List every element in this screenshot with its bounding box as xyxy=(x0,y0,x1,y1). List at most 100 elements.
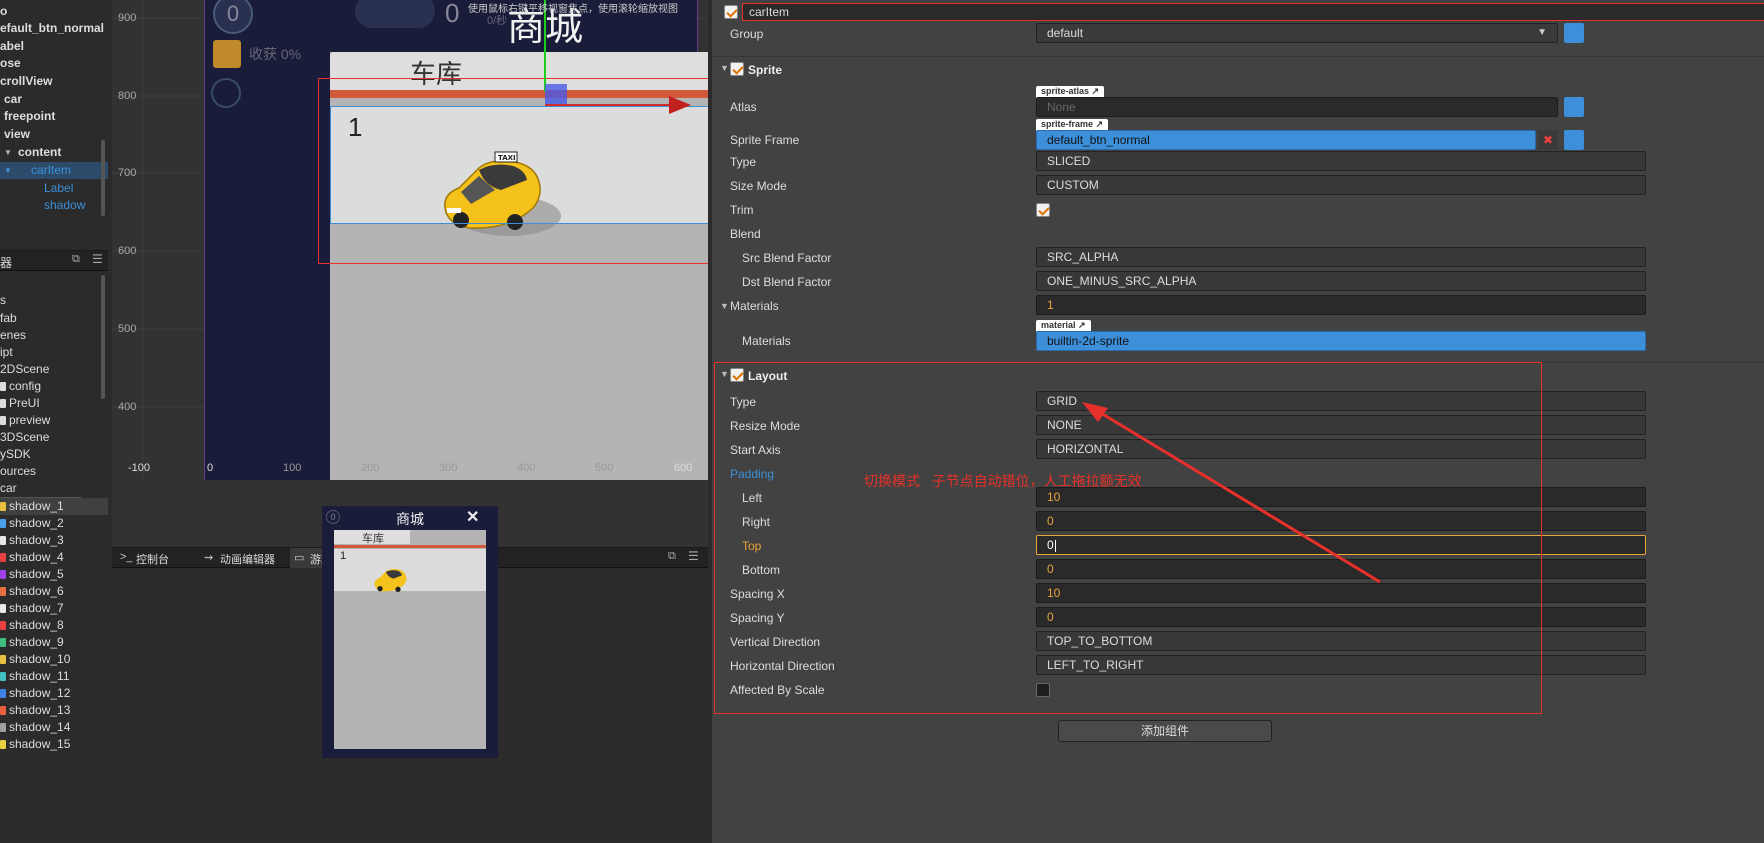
ruler-y-label: 600 xyxy=(118,245,137,257)
src-blend-select[interactable]: SRC_ALPHA xyxy=(1036,247,1646,267)
sprite-frame-row: Sprite Frame default_btn_normal ✖ xyxy=(712,127,1764,151)
asset-item[interactable]: shadow_11 xyxy=(0,668,108,685)
size-mode-value: CUSTOM xyxy=(1047,178,1099,192)
file-icon xyxy=(0,536,6,545)
sprite-type-select[interactable]: SLICED xyxy=(1036,151,1646,171)
node-name-input[interactable]: carItem xyxy=(742,3,1764,21)
ruler-x-label: 600 xyxy=(674,462,693,474)
frame-pick-button[interactable] xyxy=(1564,130,1584,150)
asset-item[interactable]: shadow_12 xyxy=(0,685,108,702)
hierarchy-item[interactable]: ▼ carItem xyxy=(0,162,108,179)
src-blend-label: Src Blend Factor xyxy=(742,251,832,265)
materials-count-field[interactable]: 1 xyxy=(1036,295,1646,315)
expand-arrow-icon[interactable]: ▼ xyxy=(4,162,12,179)
asset-item-label: shadow_12 xyxy=(9,686,71,700)
atlas-pick-button[interactable] xyxy=(1564,97,1584,117)
clear-frame-icon[interactable]: ✖ xyxy=(1538,130,1558,150)
assets-tab-label[interactable]: 器 xyxy=(0,254,12,271)
asset-item[interactable]: shadow_15 xyxy=(0,736,108,753)
size-mode-select[interactable]: CUSTOM xyxy=(1036,175,1646,195)
tab-console[interactable]: >_ 控制台 xyxy=(116,548,200,568)
asset-item[interactable]: s xyxy=(0,292,108,309)
asset-item[interactable]: shadow_14 xyxy=(0,719,108,736)
asset-item[interactable]: shadow_1 xyxy=(0,498,108,515)
hierarchy-item-label: view xyxy=(4,127,31,141)
asset-item[interactable]: shadow_3 xyxy=(0,532,108,549)
hierarchy-item[interactable]: crollView xyxy=(0,73,108,90)
file-icon xyxy=(0,621,6,630)
maximize-icon[interactable]: ⧉ xyxy=(72,253,80,266)
maximize-icon[interactable]: ⧉ xyxy=(668,550,676,563)
asset-item[interactable]: shadow_4 xyxy=(0,549,108,566)
sprite-header[interactable]: ▼ Sprite xyxy=(712,56,1764,80)
tab-animation[interactable]: ⇝ 动画编辑器 xyxy=(202,548,294,568)
asset-item[interactable]: shadow_9 xyxy=(0,634,108,651)
sprite-frame-field[interactable]: default_btn_normal xyxy=(1036,130,1536,150)
gizmo-handle[interactable] xyxy=(545,84,567,106)
scene-view[interactable]: 900 800 700 600 500 400 -100 0 100 200 300 400 500 6… xyxy=(112,0,708,547)
hierarchy-item[interactable]: Label xyxy=(0,180,108,197)
asset-item[interactable]: ySDK xyxy=(0,446,108,463)
expand-arrow-icon[interactable]: ▼ xyxy=(4,144,12,161)
atlas-field[interactable]: None xyxy=(1036,97,1558,117)
file-icon xyxy=(0,519,6,528)
asset-item[interactable]: shadow_8 xyxy=(0,617,108,634)
menu-icon[interactable]: ☰ xyxy=(688,549,699,563)
asset-item[interactable]: config xyxy=(0,378,108,395)
sprite-enabled-checkbox[interactable] xyxy=(730,62,744,76)
asset-item[interactable]: shadow_10 xyxy=(0,651,108,668)
sprite-type-value: SLICED xyxy=(1047,154,1091,168)
hierarchy-item[interactable]: abel xyxy=(0,38,108,55)
add-component-button[interactable]: 添加组件 xyxy=(1058,720,1272,742)
preview-close-icon[interactable]: ✕ xyxy=(466,507,479,527)
asset-item[interactable]: shadow_2 xyxy=(0,515,108,532)
group-select[interactable]: default ▼ xyxy=(1036,23,1558,43)
asset-item-label: shadow_7 xyxy=(9,601,64,615)
menu-icon[interactable]: ☰ xyxy=(92,252,103,266)
asset-item-label: shadow_11 xyxy=(9,669,70,683)
asset-item-label: shadow_2 xyxy=(9,516,64,530)
asset-item-label: shadow_6 xyxy=(9,584,64,598)
hierarchy-item[interactable]: freepoint xyxy=(0,108,108,125)
collapse-arrow-icon[interactable]: ▼ xyxy=(720,301,729,311)
asset-item[interactable]: 2DScene xyxy=(0,361,108,378)
preview-game[interactable]: 0 商城 ✕ 车库 1 xyxy=(322,506,498,749)
ruler-x-label: 0 xyxy=(207,462,214,474)
hierarchy-item[interactable]: ose xyxy=(0,55,108,72)
asset-item-label: 3DScene xyxy=(0,430,50,444)
hierarchy-item[interactable]: car xyxy=(0,91,108,108)
atlas-row: Atlas None xyxy=(712,94,1764,118)
hierarchy-scrollbar[interactable] xyxy=(101,140,105,216)
asset-item[interactable]: preview xyxy=(0,412,108,429)
asset-item-label: PreUI xyxy=(9,396,40,410)
file-icon xyxy=(0,638,6,647)
group-edit-button[interactable] xyxy=(1564,23,1584,43)
assets-scrollbar[interactable] xyxy=(101,275,105,399)
asset-item[interactable]: car xyxy=(0,480,108,497)
node-active-checkbox[interactable] xyxy=(724,5,738,19)
asset-item[interactable]: shadow_13 xyxy=(0,702,108,719)
hierarchy-item[interactable]: shadow xyxy=(0,197,108,214)
trim-checkbox[interactable] xyxy=(1036,203,1050,217)
asset-item[interactable]: PreUI xyxy=(0,395,108,412)
material-field[interactable]: builtin-2d-sprite xyxy=(1036,331,1646,351)
asset-item[interactable]: shadow_6 xyxy=(0,583,108,600)
preview-garage-tab[interactable]: 车库 xyxy=(362,530,384,546)
asset-item[interactable]: shadow_5 xyxy=(0,566,108,583)
asset-item-label: shadow_15 xyxy=(9,737,71,751)
hierarchy-item[interactable]: efault_btn_normal xyxy=(0,20,108,37)
asset-item[interactable]: 3DScene xyxy=(0,429,108,446)
asset-item[interactable]: fab xyxy=(0,310,108,327)
ruler-y-label: 400 xyxy=(118,401,137,413)
asset-item[interactable]: ipt xyxy=(0,344,108,361)
asset-item[interactable]: ources xyxy=(0,463,108,480)
dst-blend-select[interactable]: ONE_MINUS_SRC_ALPHA xyxy=(1036,271,1646,291)
gizmo-x-axis[interactable] xyxy=(545,104,685,106)
asset-item[interactable]: shadow_7 xyxy=(0,600,108,617)
hierarchy-item[interactable]: ▼ content xyxy=(0,144,108,161)
collapse-arrow-icon[interactable]: ▼ xyxy=(720,63,729,73)
asset-item[interactable]: enes xyxy=(0,327,108,344)
hierarchy-item[interactable]: o xyxy=(0,3,108,20)
gizmo-arrow-icon[interactable] xyxy=(669,96,691,114)
hierarchy-item[interactable]: view xyxy=(0,126,108,143)
